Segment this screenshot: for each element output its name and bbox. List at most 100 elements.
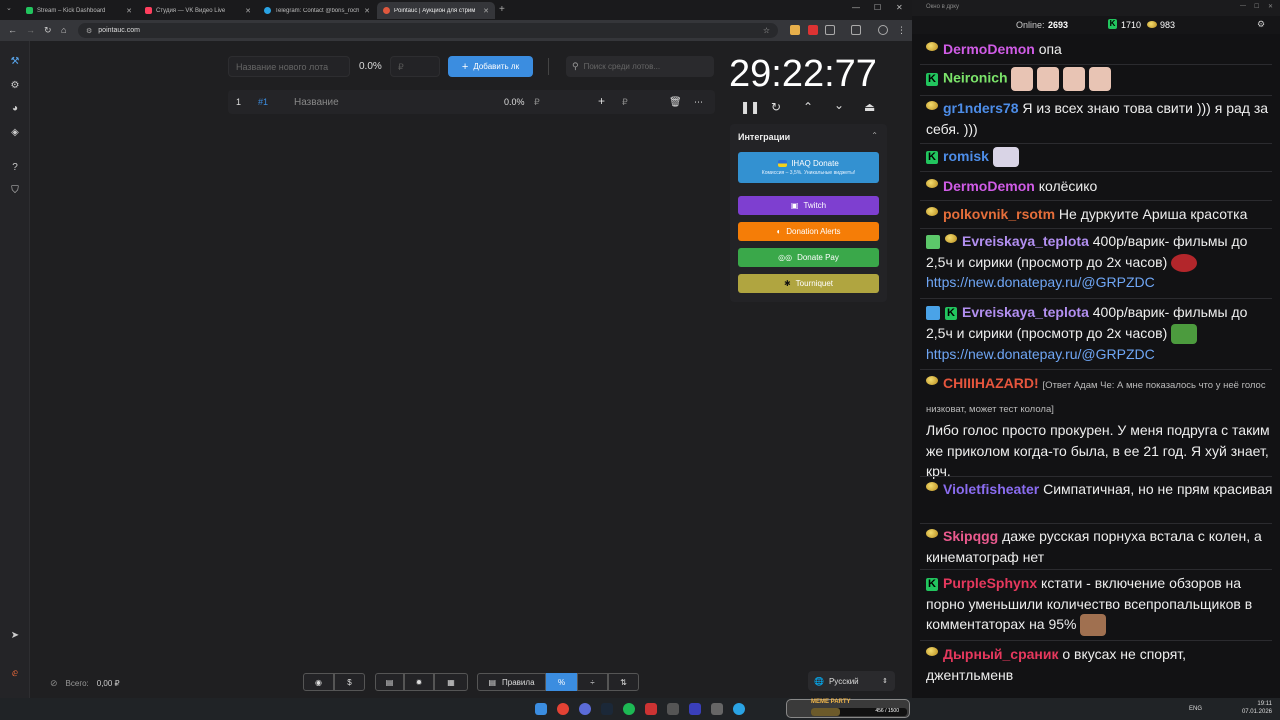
forward-icon[interactable]: →: [26, 25, 35, 35]
archive-button[interactable]: ▦: [434, 673, 468, 691]
reload-icon[interactable]: ↻: [44, 25, 52, 36]
twitch-button[interactable]: ▣ Twitch: [738, 196, 879, 215]
extension-icon[interactable]: [790, 25, 800, 35]
more-dots-icon[interactable]: ⋯: [694, 97, 703, 108]
steam-icon[interactable]: [601, 703, 613, 715]
profile-icon[interactable]: [878, 25, 888, 35]
language-select[interactable]: 🌐 Русский ⇕: [808, 671, 895, 691]
app-icon[interactable]: [667, 703, 679, 715]
clock-date[interactable]: 07.01.2026: [1242, 708, 1272, 716]
menu-dots-icon[interactable]: ⋮: [897, 25, 906, 36]
site-info-icon[interactable]: ⚙: [86, 27, 92, 35]
close-icon[interactable]: ✕: [483, 7, 489, 15]
chevron-down-icon[interactable]: ⌄: [834, 98, 844, 112]
chat-username[interactable]: Evreiskaya_teplota: [962, 304, 1089, 320]
tourniquet-button[interactable]: ✱ Tourniquet: [738, 274, 879, 293]
ihaq-donate-button[interactable]: IHAQ Donate Комиссия – 3,5%. Уникальные …: [738, 152, 879, 183]
close-window-icon[interactable]: ✕: [896, 3, 903, 12]
shield-icon[interactable]: ⛉: [9, 185, 21, 197]
percent-toggle[interactable]: %: [546, 673, 577, 691]
chat-username[interactable]: romisk: [943, 148, 989, 164]
chat-link[interactable]: https://new.donatepay.ru/@GRPZDC: [926, 346, 1155, 362]
download-icon[interactable]: [851, 25, 861, 35]
rules-button[interactable]: ▤ Правила: [477, 673, 546, 691]
close-icon[interactable]: ✕: [245, 7, 251, 15]
donate-pay-button[interactable]: ◎◎ Donate Pay: [738, 248, 879, 267]
input-language[interactable]: ENG: [1189, 705, 1202, 713]
new-tab-button[interactable]: +: [499, 4, 505, 15]
chat-username[interactable]: Evreiskaya_teplota: [962, 233, 1089, 249]
help-icon[interactable]: ?: [9, 162, 21, 174]
settings-icon[interactable]: ⚙: [1257, 19, 1265, 30]
app-icon[interactable]: [645, 703, 657, 715]
extension-icon[interactable]: [808, 25, 818, 35]
lot-name[interactable]: Название: [294, 97, 339, 108]
chevron-up-icon[interactable]: ⌃: [803, 100, 813, 114]
chevron-up-icon[interactable]: ⌃: [871, 131, 878, 140]
tab-telegram[interactable]: Telegram: Contact @boris_roch ✕: [258, 2, 376, 19]
donate-button[interactable]: $: [334, 673, 365, 691]
address-bar[interactable]: ⚙ pointauc.com ☆: [78, 23, 778, 38]
divide-toggle[interactable]: ÷: [577, 673, 608, 691]
auction-icon[interactable]: ⚒: [9, 56, 21, 68]
close-icon[interactable]: ✕: [364, 7, 370, 15]
sort-toggle[interactable]: ⇅: [608, 673, 639, 691]
donation-alerts-button[interactable]: ◐ Donation Alerts: [738, 222, 879, 241]
tab-vk[interactable]: Студия — VK Видео Live ✕: [139, 2, 257, 19]
lot-add-amount-button[interactable]: +: [598, 94, 605, 108]
maximize-icon[interactable]: ☐: [874, 3, 881, 12]
save-button[interactable]: ▤: [375, 673, 404, 691]
app-icon[interactable]: [711, 703, 723, 715]
chat-username[interactable]: DermoDemon: [943, 41, 1035, 57]
windows-start-icon[interactable]: [535, 703, 547, 715]
chat-username[interactable]: gr1nders78: [943, 100, 1018, 116]
chat-username[interactable]: Дырный_сраник: [943, 646, 1058, 662]
bug-button[interactable]: ✹: [404, 673, 434, 691]
trash-icon[interactable]: 🗑: [669, 97, 682, 108]
maximize-icon[interactable]: ☐: [1254, 3, 1259, 10]
telegram-icon[interactable]: ➤: [9, 630, 21, 642]
extensions-puzzle-icon[interactable]: [825, 25, 835, 35]
add-lot-button[interactable]: + Добавить лк: [448, 56, 533, 77]
new-lot-name-input[interactable]: [228, 56, 350, 77]
chat-username[interactable]: Violetfisheater: [943, 481, 1039, 497]
chat-username[interactable]: DermoDemon: [943, 178, 1035, 194]
tab-kick[interactable]: Stream – Kick Dashboard ✕: [20, 2, 138, 19]
wheel-icon[interactable]: ◕: [9, 103, 21, 115]
clock-time[interactable]: 19:11: [1242, 700, 1272, 708]
lot-search[interactable]: ⚲: [566, 56, 714, 77]
home-icon[interactable]: ⌂: [61, 25, 66, 35]
chat-username[interactable]: Neironich: [943, 70, 1008, 86]
chat-username[interactable]: Skipqgg: [943, 528, 998, 544]
chat-username[interactable]: CHIIIHAZARD!: [943, 375, 1039, 391]
lot-row[interactable]: 1 #1 Название 0.0% ₽ + ₽ 🗑 ⋯: [228, 90, 715, 114]
back-icon[interactable]: ←: [8, 25, 17, 35]
spotify-icon[interactable]: [623, 703, 635, 715]
layers-icon[interactable]: ◈: [9, 127, 21, 139]
lot-search-input[interactable]: [583, 62, 704, 71]
github-button[interactable]: ◉: [303, 673, 334, 691]
bookmark-star-icon[interactable]: ☆: [763, 26, 770, 35]
settings-icon[interactable]: ⚙: [9, 80, 21, 92]
minimize-icon[interactable]: —: [1240, 3, 1246, 9]
media-player-icon[interactable]: [689, 703, 701, 715]
close-icon[interactable]: ✕: [126, 7, 132, 15]
close-window-icon[interactable]: ✕: [1268, 3, 1273, 10]
chrome-icon[interactable]: [557, 703, 569, 715]
chat-username[interactable]: polkovnik_rsotm: [943, 206, 1055, 222]
reset-timer-icon[interactable]: ↻: [771, 100, 781, 114]
meme-party-widget[interactable]: MEME PARTY 456 / 1500: [786, 699, 910, 718]
apple-emote: [1171, 253, 1198, 272]
discord-icon[interactable]: [579, 703, 591, 715]
telegram-icon[interactable]: [733, 703, 745, 715]
tab-search-button[interactable]: ⌄: [6, 4, 12, 12]
chat-link[interactable]: https://new.donatepay.ru/@GRPZDC: [926, 274, 1155, 290]
chat-username[interactable]: PurpleSphynx: [943, 575, 1037, 591]
pause-icon[interactable]: ❚❚: [740, 100, 760, 114]
eye-off-icon[interactable]: ⊘: [50, 678, 58, 689]
double-chevron-up-icon[interactable]: ⏏: [864, 100, 875, 114]
brand-logo-icon[interactable]: ⅇ: [9, 668, 21, 680]
minimize-icon[interactable]: —: [852, 3, 860, 12]
tab-pointauc[interactable]: Pointauc | Аукцион для стрим ✕: [377, 2, 495, 19]
new-lot-amount-input[interactable]: [390, 56, 440, 77]
